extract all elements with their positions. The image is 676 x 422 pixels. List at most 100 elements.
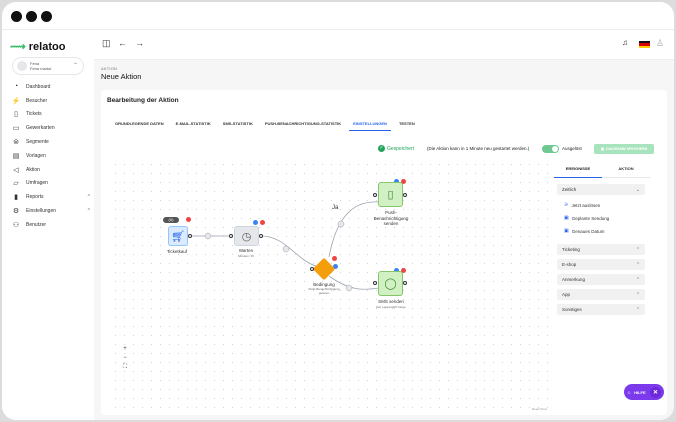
section-eshop[interactable]: E-shop ⌃ xyxy=(557,259,645,270)
node-port[interactable] xyxy=(373,281,377,285)
sidebar-item-reports[interactable]: ▮ Reports ^ xyxy=(12,190,90,204)
card-title: Bearbeitung der Aktion xyxy=(107,97,179,104)
trigger-label: Ticketkauf xyxy=(166,249,188,254)
action-icon: ◁ xyxy=(13,166,19,174)
page-title: Neue Aktion xyxy=(101,72,142,81)
tab-bar: GRUNDLEGENDE DATEN E-MAIL-STATISTIK SMS-… xyxy=(111,117,419,131)
chevron-up-icon: ⌃ xyxy=(635,246,640,253)
edge-add-icon xyxy=(337,220,345,228)
sidebar-item-dashboard[interactable]: ◔ Dashboard xyxy=(12,80,90,94)
node-port[interactable] xyxy=(229,234,233,238)
sidebar-item-aktion[interactable]: ◁ Aktion xyxy=(12,163,90,177)
chevron-up-icon: ^ xyxy=(87,194,90,201)
panel-tabs: EREIGNISSE AKTION xyxy=(554,160,650,178)
node-trigger[interactable]: 🛒︎ xyxy=(168,226,188,246)
branch-label-yes: Ja xyxy=(332,205,339,211)
sms-label: SMS senden xyxy=(378,299,404,304)
section-anmerkung[interactable]: Anmerkung ⌃ xyxy=(557,274,645,285)
store-avatar xyxy=(17,61,27,71)
german-flag-icon[interactable] xyxy=(639,41,650,48)
sidebar-item-benutzer[interactable]: ⚇ Benutzer xyxy=(12,218,90,232)
react-flow-attribution[interactable]: React Flow xyxy=(532,407,547,411)
event-genaues-datum[interactable]: ▣ Genaues Datum xyxy=(564,228,605,234)
tab-testen[interactable]: TESTEN xyxy=(395,117,419,131)
app-window: ⟿ relatoo Fena Fena madut ⌃ ◔ Dashboard ⚡… xyxy=(2,2,674,420)
breadcrumb: AKTION xyxy=(101,66,118,71)
section-ticketing[interactable]: Ticketing ⌃ xyxy=(557,244,645,255)
sidebar: ⟿ relatoo Fena Fena madut ⌃ ◔ Dashboard ⚡… xyxy=(2,30,94,420)
lightning-icon: ⚞ xyxy=(564,202,569,208)
visitors-icon: ⚡ xyxy=(11,97,21,105)
section-app[interactable]: App ⌃ xyxy=(557,289,645,300)
edge-add-icon xyxy=(204,232,212,240)
fit-view-button[interactable]: ⛶ xyxy=(121,364,129,371)
node-port[interactable] xyxy=(373,193,377,197)
node-port[interactable] xyxy=(310,267,314,271)
chevron-up-icon: ^ xyxy=(87,208,90,215)
ticket-icon: ▯ xyxy=(14,111,18,119)
sidebar-toggle-icon[interactable]: ◫ xyxy=(102,38,111,49)
event-geplante-sendung[interactable]: ▣ Geplante Sendung xyxy=(564,215,609,221)
triggered-toggle[interactable] xyxy=(542,145,559,153)
tab-sms-statistik[interactable]: SMS-STATISTIK xyxy=(219,117,257,131)
cart-icon: 🛒︎ xyxy=(171,230,185,243)
window-titlebar xyxy=(2,2,674,30)
sidebar-item-gewerkarten[interactable]: ▭ Gewerkarten xyxy=(12,121,90,135)
help-bot-icon: ☺ xyxy=(627,389,632,395)
user-avatar-icon[interactable]: ♙ xyxy=(656,38,664,49)
check-circle-icon: ✓ xyxy=(378,145,385,152)
save-diagram-button[interactable]: ▣ DIAGRAMM SPEICHERN xyxy=(594,144,654,154)
section-sonstiges[interactable]: Sonstiges ⌃ xyxy=(557,304,645,315)
node-sms[interactable]: ◯ xyxy=(378,271,403,296)
zoom-out-button[interactable]: − xyxy=(121,355,129,361)
sidebar-item-besucher[interactable]: ⚡ Besucher xyxy=(12,94,90,108)
node-port[interactable] xyxy=(403,193,407,197)
delete-node-icon[interactable] xyxy=(186,217,191,222)
tab-push-statistik[interactable]: PUSH-BENACHRICHTIGUNG-STATISTIK xyxy=(261,117,345,131)
flow-canvas[interactable]: Ja (0) 🛒︎ Ticketkauf ◷ Warten Minuten: 1… xyxy=(111,160,551,412)
toggle-label: Ausgelöst xyxy=(562,146,582,151)
node-push[interactable]: ▯ xyxy=(378,182,403,207)
save-icon: ▣ xyxy=(600,147,605,151)
node-wait[interactable]: ◷ xyxy=(234,226,259,246)
edit-node-icon[interactable] xyxy=(253,220,258,225)
tab-email-statistik[interactable]: E-MAIL-STATISTIK xyxy=(172,117,215,131)
node-port[interactable] xyxy=(188,234,192,238)
tab-einstellungen[interactable]: EINSTELLUNGEN xyxy=(349,117,391,131)
app-logo[interactable]: ⟿ relatoo xyxy=(10,40,65,54)
chevron-up-icon: ⌃ xyxy=(635,291,640,298)
help-button[interactable]: ☺ HILFE ✕ xyxy=(624,384,664,400)
sidebar-item-segmente[interactable]: ⊜ Segmente xyxy=(12,135,90,149)
settings-icon: ⚙ xyxy=(12,208,20,216)
tab-ereignisse[interactable]: EREIGNISSE xyxy=(554,160,602,178)
node-port[interactable] xyxy=(259,234,263,238)
zoom-controls: + − ⛶ xyxy=(121,346,129,371)
node-port[interactable] xyxy=(403,281,407,285)
tab-aktion[interactable]: AKTION xyxy=(602,160,650,178)
sidebar-item-tickets[interactable]: ▯ Tickets xyxy=(12,108,90,122)
store-selector[interactable]: Fena Fena madut ⌃ xyxy=(12,57,84,75)
sidebar-item-einstellungen[interactable]: ⚙ Einstellungen ^ xyxy=(12,204,90,218)
wait-sub: Minuten: 15 xyxy=(238,254,254,258)
chevron-down-icon: ⌄ xyxy=(635,186,640,193)
sidebar-item-vorlagen[interactable]: ▤ Vorlagen xyxy=(12,149,90,163)
sidebar-nav: ◔ Dashboard ⚡ Besucher ▯ Tickets ▭ Gewerkart… xyxy=(12,80,90,232)
trigger-count-badge: (0) xyxy=(163,217,179,223)
event-jetzt-ausloesen[interactable]: ⚞ Jetzt auslösen xyxy=(564,202,600,208)
tab-grundlegende-daten[interactable]: GRUNDLEGENDE DATEN xyxy=(111,117,168,131)
restart-note: (Die Aktion kann in 1 Minute neu gestart… xyxy=(427,146,530,151)
back-arrow-icon[interactable]: ← xyxy=(118,38,127,48)
status-bar: ✓ Gespeichert (Die Aktion kann in 1 Minut… xyxy=(101,143,667,155)
delete-node-icon[interactable] xyxy=(260,220,265,225)
delete-node-icon[interactable] xyxy=(332,256,337,261)
card-icon: ▭ xyxy=(12,125,20,133)
close-icon[interactable]: ✕ xyxy=(650,386,661,398)
users-icon: ⚇ xyxy=(12,221,20,229)
chevron-updown-icon: ⌃ xyxy=(72,63,78,69)
forward-arrow-icon[interactable]: → xyxy=(135,38,144,48)
section-zeitlich[interactable]: Zeitlich ⌄ xyxy=(557,184,645,195)
zoom-in-button[interactable]: + xyxy=(121,346,129,352)
bell-icon[interactable]: ♫ xyxy=(622,38,628,47)
sidebar-item-umfragen[interactable]: ▱ Umfragen xyxy=(12,177,90,191)
action-editor-card: Bearbeitung der Aktion GRUNDLEGENDE DATE… xyxy=(101,90,667,415)
